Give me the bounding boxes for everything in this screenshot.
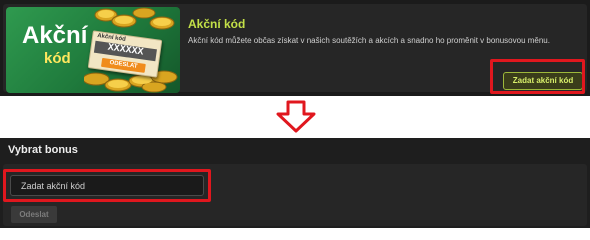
submit-button[interactable]: Odeslat <box>11 206 57 223</box>
promo-code-input[interactable] <box>10 175 204 196</box>
banner-subtitle: kód <box>44 50 71 67</box>
promo-card-body: Akční kód Akční kód XXXXXX ODESLAT Akční… <box>3 4 587 93</box>
promo-code-card: Akční kód Akční kód XXXXXX ODESLAT Akční… <box>0 0 590 96</box>
select-bonus-section: Vybrat bonus Odeslat <box>0 138 590 228</box>
banner-title: Akční <box>22 22 88 49</box>
arrow-down-icon <box>276 100 316 133</box>
promo-description: Akční kód můžete občas získat v našich s… <box>188 36 550 45</box>
promo-banner-image: Akční kód Akční kód XXXXXX ODESLAT <box>6 7 180 93</box>
ticket-send-label: ODESLAT <box>100 57 146 73</box>
section-title: Vybrat bonus <box>8 144 78 156</box>
enter-promo-code-button[interactable]: Zadat akční kód <box>503 72 583 90</box>
promo-title: Akční kód <box>188 17 246 31</box>
